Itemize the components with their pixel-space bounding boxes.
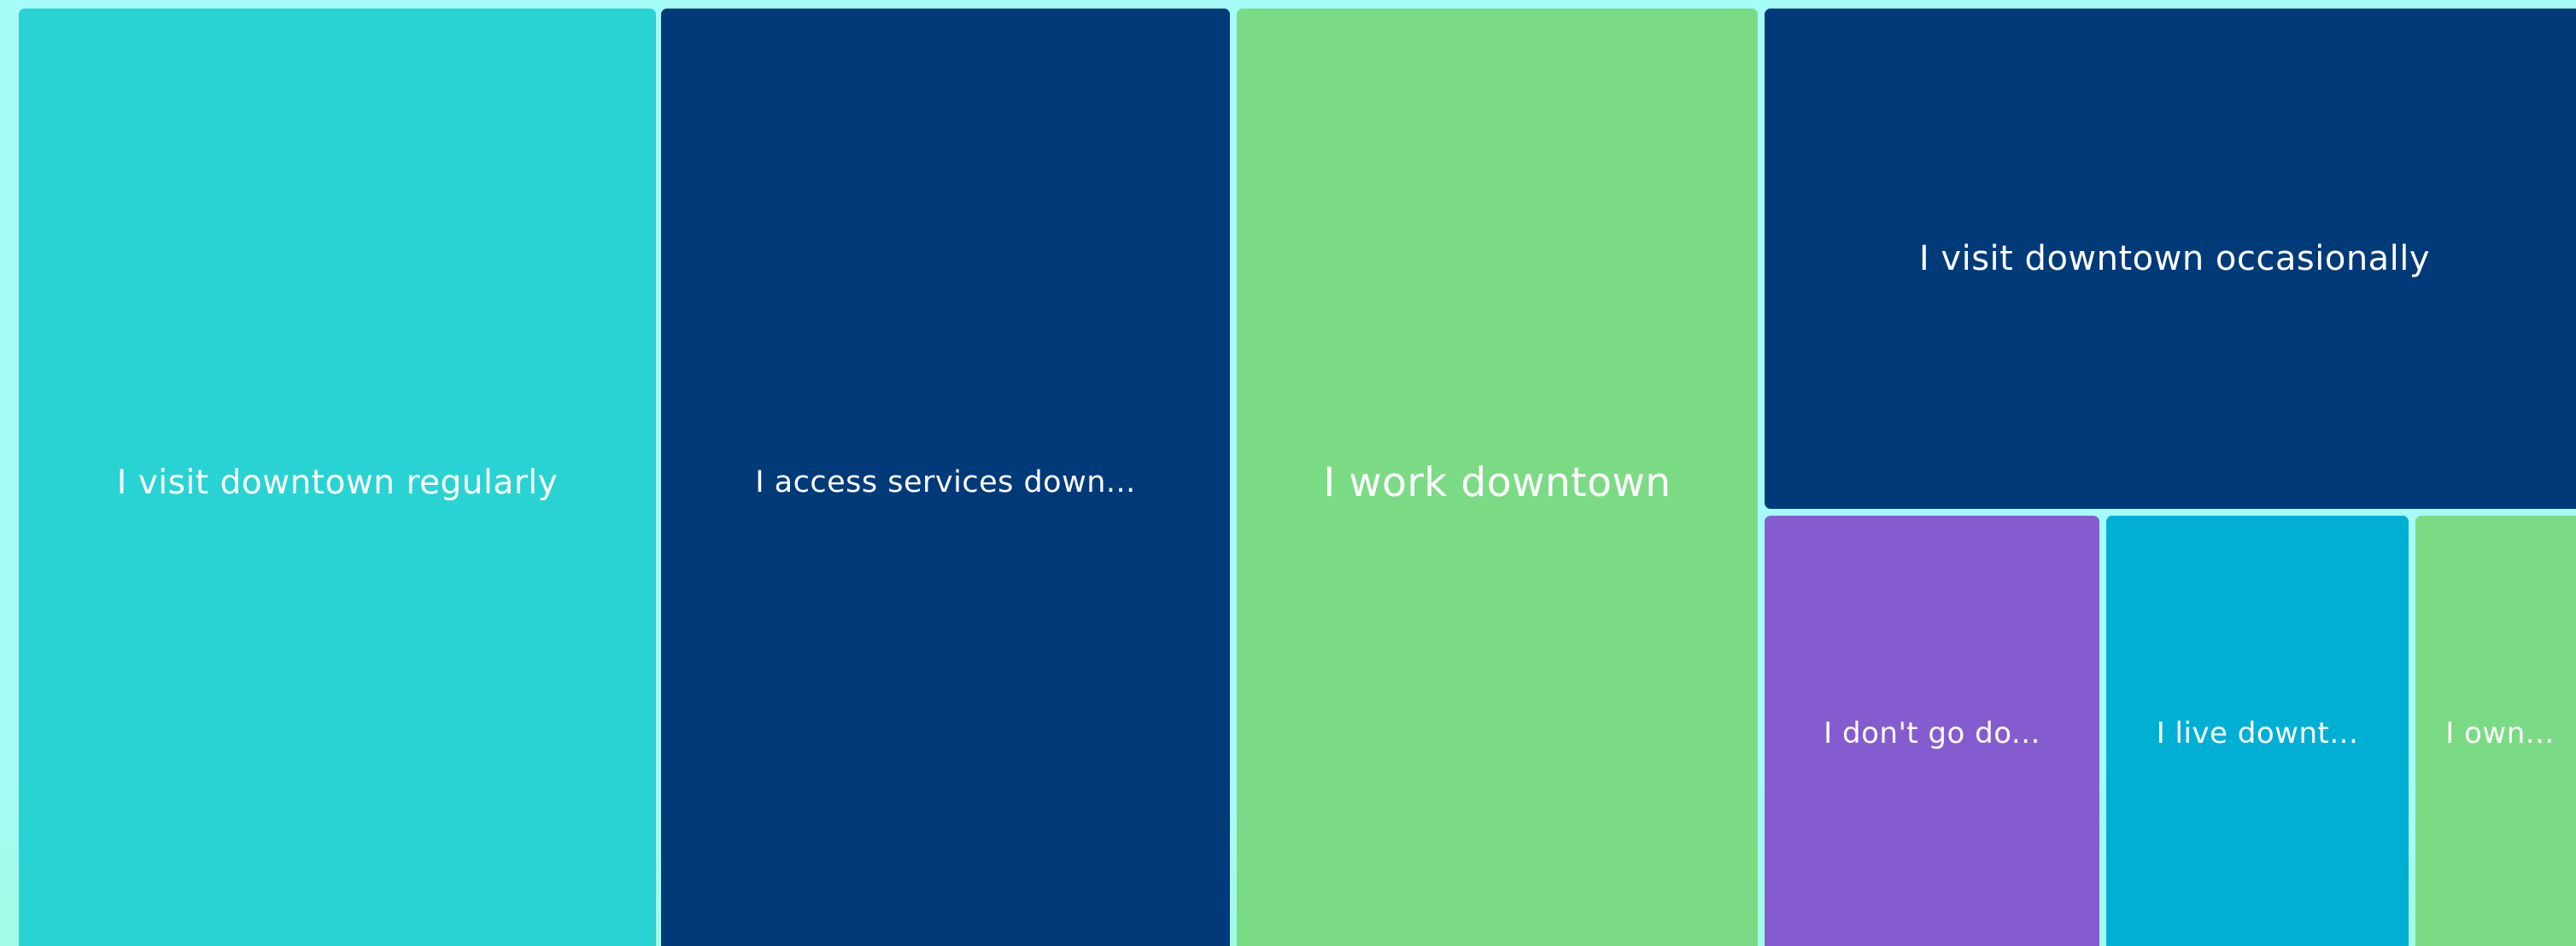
tile-label-visit-occasionally: I visit downtown occasionally xyxy=(1918,239,2431,278)
tile-label-live-downtown: I live downt... xyxy=(2156,716,2359,750)
tile-visit-regularly[interactable]: I visit downtown regularly xyxy=(19,9,656,946)
tile-work-downtown[interactable]: I work downtown xyxy=(1237,9,1758,946)
treemap-chart: I visit downtown regularly I access serv… xyxy=(0,0,2576,946)
tile-label-dont-go: I don't go do... xyxy=(1824,716,2040,750)
tile-live-downtown[interactable]: I live downt... xyxy=(2106,516,2409,946)
tile-label-access-services: I access services down... xyxy=(755,465,1136,499)
tile-label-own-business: I own... xyxy=(2445,716,2555,750)
tile-own-business[interactable]: I own... xyxy=(2415,516,2576,946)
tile-visit-occasionally[interactable]: I visit downtown occasionally xyxy=(1765,9,2576,509)
tile-label-visit-regularly: I visit downtown regularly xyxy=(116,463,559,502)
tile-dont-go[interactable]: I don't go do... xyxy=(1765,516,2099,946)
tile-access-services[interactable]: I access services down... xyxy=(661,9,1230,946)
tile-label-work-downtown: I work downtown xyxy=(1323,458,1671,506)
